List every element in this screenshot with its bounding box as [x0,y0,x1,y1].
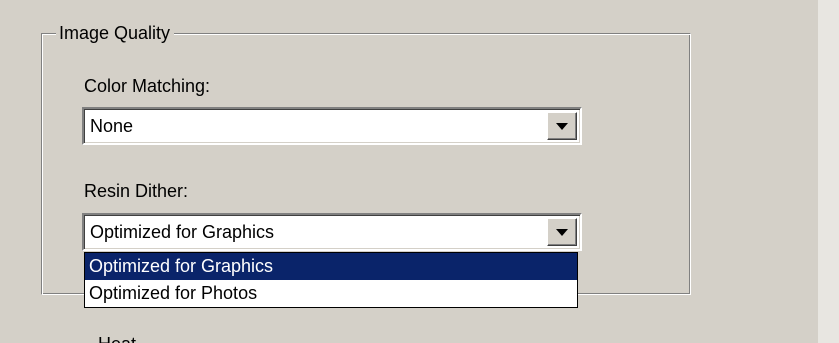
resin-dither-combobox[interactable]: Optimized for Graphics [82,213,582,251]
chevron-down-icon [556,123,568,130]
color-matching-value: None [90,116,134,136]
next-section-label: Heat [98,332,136,343]
dropdown-option-optimized-for-photos[interactable]: Optimized for Photos [85,280,577,307]
panel-edge [818,0,839,343]
print-preferences-panel: Image Quality Color Matching: None Resin… [0,0,839,343]
resin-dither-value: Optimized for Graphics [90,222,275,242]
resin-dither-dropdown-button[interactable] [547,218,577,246]
chevron-down-icon [556,229,568,236]
image-quality-title: Image Quality [56,20,175,46]
resin-dither-dropdown-list: Optimized for Graphics Optimized for Pho… [84,252,578,308]
dropdown-option-optimized-for-graphics[interactable]: Optimized for Graphics [85,253,577,280]
color-matching-dropdown-button[interactable] [547,112,577,140]
resin-dither-label: Resin Dither: [84,181,189,201]
color-matching-label: Color Matching: [84,76,211,96]
color-matching-combobox[interactable]: None [82,107,582,145]
